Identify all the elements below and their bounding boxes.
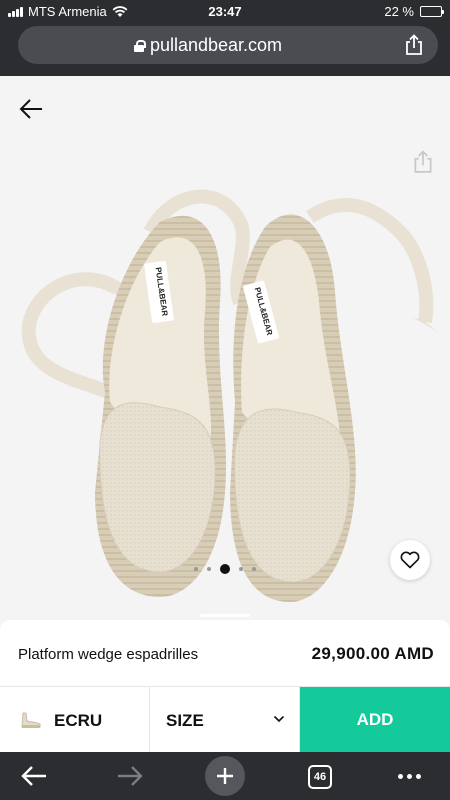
product-name: Platform wedge espadrilles bbox=[18, 646, 199, 663]
back-arrow-icon[interactable] bbox=[18, 96, 44, 122]
new-tab-button[interactable] bbox=[205, 756, 245, 796]
purchase-bar: ECRU SIZE ADD bbox=[0, 686, 450, 753]
more-menu-icon[interactable] bbox=[392, 760, 426, 792]
color-label: ECRU bbox=[54, 711, 103, 730]
product-price: 29,900.00 AMD bbox=[311, 644, 434, 663]
heart-icon bbox=[400, 551, 420, 569]
url-text: pullandbear.com bbox=[149, 35, 283, 55]
pagination-dot[interactable] bbox=[207, 567, 211, 571]
size-selector[interactable]: SIZE bbox=[150, 687, 300, 753]
back-arrow-icon[interactable] bbox=[20, 760, 48, 792]
wishlist-button[interactable] bbox=[390, 540, 430, 580]
battery-icon bbox=[420, 6, 444, 17]
url-field[interactable]: pullandbear.com bbox=[18, 26, 438, 64]
plus-icon bbox=[217, 768, 233, 784]
sheet-handle[interactable] bbox=[200, 614, 250, 617]
pagination-dot[interactable] bbox=[252, 567, 256, 571]
battery-percent: 22 % bbox=[384, 4, 414, 19]
clock: 23:47 bbox=[208, 4, 242, 19]
size-label: SIZE bbox=[166, 711, 204, 730]
chevron-down-icon bbox=[273, 715, 285, 723]
pagination-dot[interactable] bbox=[194, 567, 198, 571]
add-to-cart-button[interactable]: ADD bbox=[300, 687, 450, 753]
tabs-button[interactable]: 46 bbox=[308, 765, 332, 789]
color-selector[interactable]: ECRU bbox=[0, 687, 150, 753]
browser-toolbar: 46 bbox=[0, 752, 450, 800]
product-image: PULL&BEAR PULL&BEAR bbox=[21, 189, 438, 602]
lock-icon bbox=[133, 39, 146, 52]
pagination-dot[interactable] bbox=[220, 564, 230, 574]
shoe-swatch-icon bbox=[21, 712, 41, 728]
product-info: Platform wedge espadrilles 29,900.00 AMD bbox=[0, 620, 450, 686]
browser-address-bar: pullandbear.com bbox=[0, 22, 450, 76]
forward-arrow-icon[interactable] bbox=[116, 760, 144, 792]
status-bar: MTS Armenia 23:47 22 % bbox=[0, 0, 450, 22]
product-gallery[interactable]: PULL&BEAR PULL&BEAR bbox=[0, 76, 450, 620]
image-pagination[interactable] bbox=[0, 564, 450, 574]
share-icon[interactable] bbox=[404, 34, 424, 56]
pagination-dot[interactable] bbox=[239, 567, 243, 571]
